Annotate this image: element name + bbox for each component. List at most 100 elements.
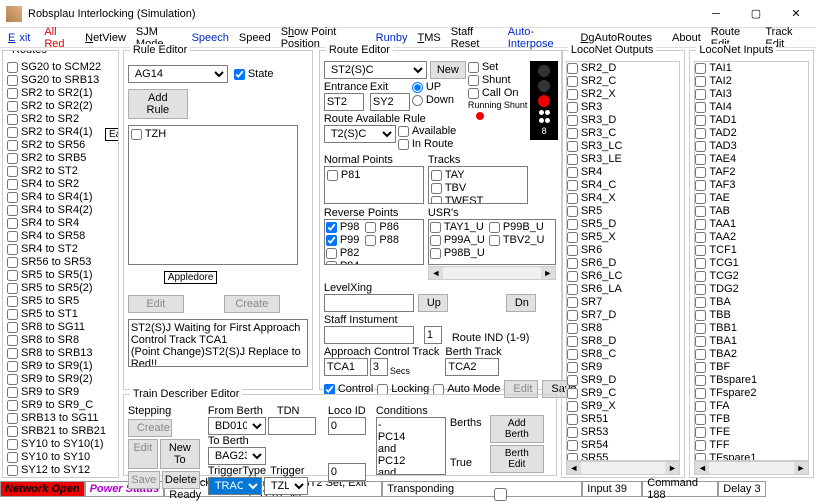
menu-speech[interactable]: Speech [188,31,233,45]
route-item[interactable]: SR4 to SR4(2) [7,204,114,217]
loconet-item[interactable]: TAF3 [695,179,757,192]
shunt-check[interactable] [468,75,479,86]
loconet-item[interactable]: TBspare1 [695,374,757,387]
inroute-check[interactable] [398,139,409,150]
menu-staffreset[interactable]: Staff Reset [447,25,502,51]
route-item[interactable]: SR9 to SR9(2) [7,373,114,386]
loconet-item[interactable]: TAF2 [695,166,757,179]
conditions-list[interactable]: -PC14andPC12and-TZK_U [376,417,446,475]
true-check[interactable] [494,488,507,501]
loconet-item[interactable]: SR9_D [567,374,629,387]
route-item[interactable]: SR9 to SR9_C [7,399,114,412]
loconet-item[interactable]: TFspare2 [695,387,757,400]
loconet-item[interactable]: SR55 [567,452,629,461]
loconet-item[interactable]: TAA2 [695,231,757,244]
add-rule-button[interactable]: Add Rule [128,89,188,119]
loconet-item[interactable]: TAI3 [695,88,757,101]
staffinst-input[interactable] [324,326,414,344]
tde-delete-button[interactable]: Delete [162,471,200,489]
tde-newto-button[interactable]: New To [160,439,200,469]
dn-button[interactable]: Dn [506,294,536,312]
maximize-button[interactable]: ▢ [736,0,776,28]
loconet-item[interactable]: SR2_X [567,88,629,101]
route-item[interactable]: SRB13 to SG11 [7,412,114,425]
locoid-input[interactable] [328,417,366,435]
tdn-input[interactable] [268,417,316,435]
exit-input[interactable] [370,93,410,111]
usrs-scrollbar[interactable]: ◄► [428,266,556,280]
tde-save-button[interactable]: Save [128,471,160,489]
loconet-item[interactable]: TAI1 [695,62,757,75]
route-item[interactable]: SR2 to SR56 [7,139,114,152]
route-item[interactable]: SR9 to SR9(1) [7,360,114,373]
loconet-item[interactable]: SR6_D [567,257,629,270]
lno-scrollbar[interactable]: ◄► [566,461,681,475]
menu-about[interactable]: About [668,31,705,45]
menu-tms[interactable]: TMS [413,31,444,45]
route-item[interactable]: SY12 to SY12 [7,464,114,476]
route-item[interactable]: SY10 to SY10 [7,451,114,464]
loconet-item[interactable]: SR51 [567,413,629,426]
loconet-item[interactable]: TCG2 [695,270,757,283]
menu-exit[interactable]: Exit [4,31,38,45]
berthtrack-input[interactable] [445,358,499,376]
route-item[interactable]: SRB21 to SRB21 [7,425,114,438]
toberth-combo[interactable]: BAG23 [208,447,266,465]
route-item[interactable]: SR2 to SR2 [7,113,114,126]
route-item[interactable]: SR2 to SRB5 [7,152,114,165]
loconet-item[interactable]: SR2_C [567,75,629,88]
down-radio[interactable] [412,95,423,106]
rule-create-button[interactable]: Create [224,295,280,313]
loconet-item[interactable]: TBA1 [695,335,757,348]
loconet-item[interactable]: TBB [695,309,757,322]
route-item[interactable]: SR8 to SRB13 [7,347,114,360]
loconet-item[interactable]: SR7_D [567,309,629,322]
loconet-item[interactable]: TAD1 [695,114,757,127]
rule-edit-button[interactable]: Edit [128,295,184,313]
loconet-item[interactable]: TAD3 [695,140,757,153]
loconet-item[interactable]: SR54 [567,439,629,452]
route-item[interactable]: SR5 to ST1 [7,308,114,321]
loconet-item[interactable]: SR3_LE [567,153,629,166]
loconet-item[interactable]: SR3 [567,101,629,114]
menu-dgauto[interactable]: DgAutoRoutes [576,31,656,45]
new-route-button[interactable]: New [430,61,466,79]
lni-scrollbar[interactable]: ◄► [694,461,809,475]
appctrl-input[interactable] [324,358,368,376]
route-item[interactable]: SR56 to SR53 [7,256,114,269]
menu-autointerpose[interactable]: Auto-Interpose [504,25,575,51]
tde-create-button[interactable]: Create [128,419,172,437]
loconet-item[interactable]: TBF [695,361,757,374]
loconet-item[interactable]: SR5_D [567,218,629,231]
route-item[interactable]: SR8 to SR8 [7,334,114,347]
ravail-combo[interactable]: T2(S)C [324,125,396,143]
menu-runby[interactable]: Runby [372,31,412,45]
fromberth-combo[interactable]: BD0109 [208,417,266,435]
route-item[interactable]: SG20 to SRB13 [7,74,114,87]
loconet-item[interactable]: TBB1 [695,322,757,335]
trigger-val-input[interactable] [328,463,366,481]
loconet-item[interactable]: SR4_C [567,179,629,192]
rule-combo[interactable]: AG14 [128,65,228,83]
loconet-item[interactable]: TDG2 [695,283,757,296]
available-check[interactable] [398,126,409,137]
route-item[interactable]: SR2 to SR4(1) [7,126,114,139]
loconet-item[interactable]: TAA1 [695,218,757,231]
route-item[interactable]: SR2 to ST2 [7,165,114,178]
loconet-item[interactable]: SR6_LA [567,283,629,296]
route-item[interactable]: SR4 to SR58 [7,230,114,243]
route-item[interactable]: SR8 to SG11 [7,321,114,334]
route-item[interactable]: SR2 to SR2(2) [7,100,114,113]
loconet-item[interactable]: SR9_X [567,400,629,413]
loconet-item[interactable]: SR53 [567,426,629,439]
loconet-item[interactable]: TAE [695,192,757,205]
locking-check[interactable] [377,384,388,395]
loconet-item[interactable]: SR5_X [567,231,629,244]
up-radio[interactable] [412,82,423,93]
triggertype-combo[interactable]: TRACK [208,477,262,495]
loconet-item[interactable]: SR9 [567,361,629,374]
route-item[interactable]: SR2 to SR2(1) [7,87,114,100]
loconet-item[interactable]: SR3_LC [567,140,629,153]
route-combo[interactable]: ST2(S)C [324,61,427,79]
menu-netview[interactable]: NetView [81,31,130,45]
